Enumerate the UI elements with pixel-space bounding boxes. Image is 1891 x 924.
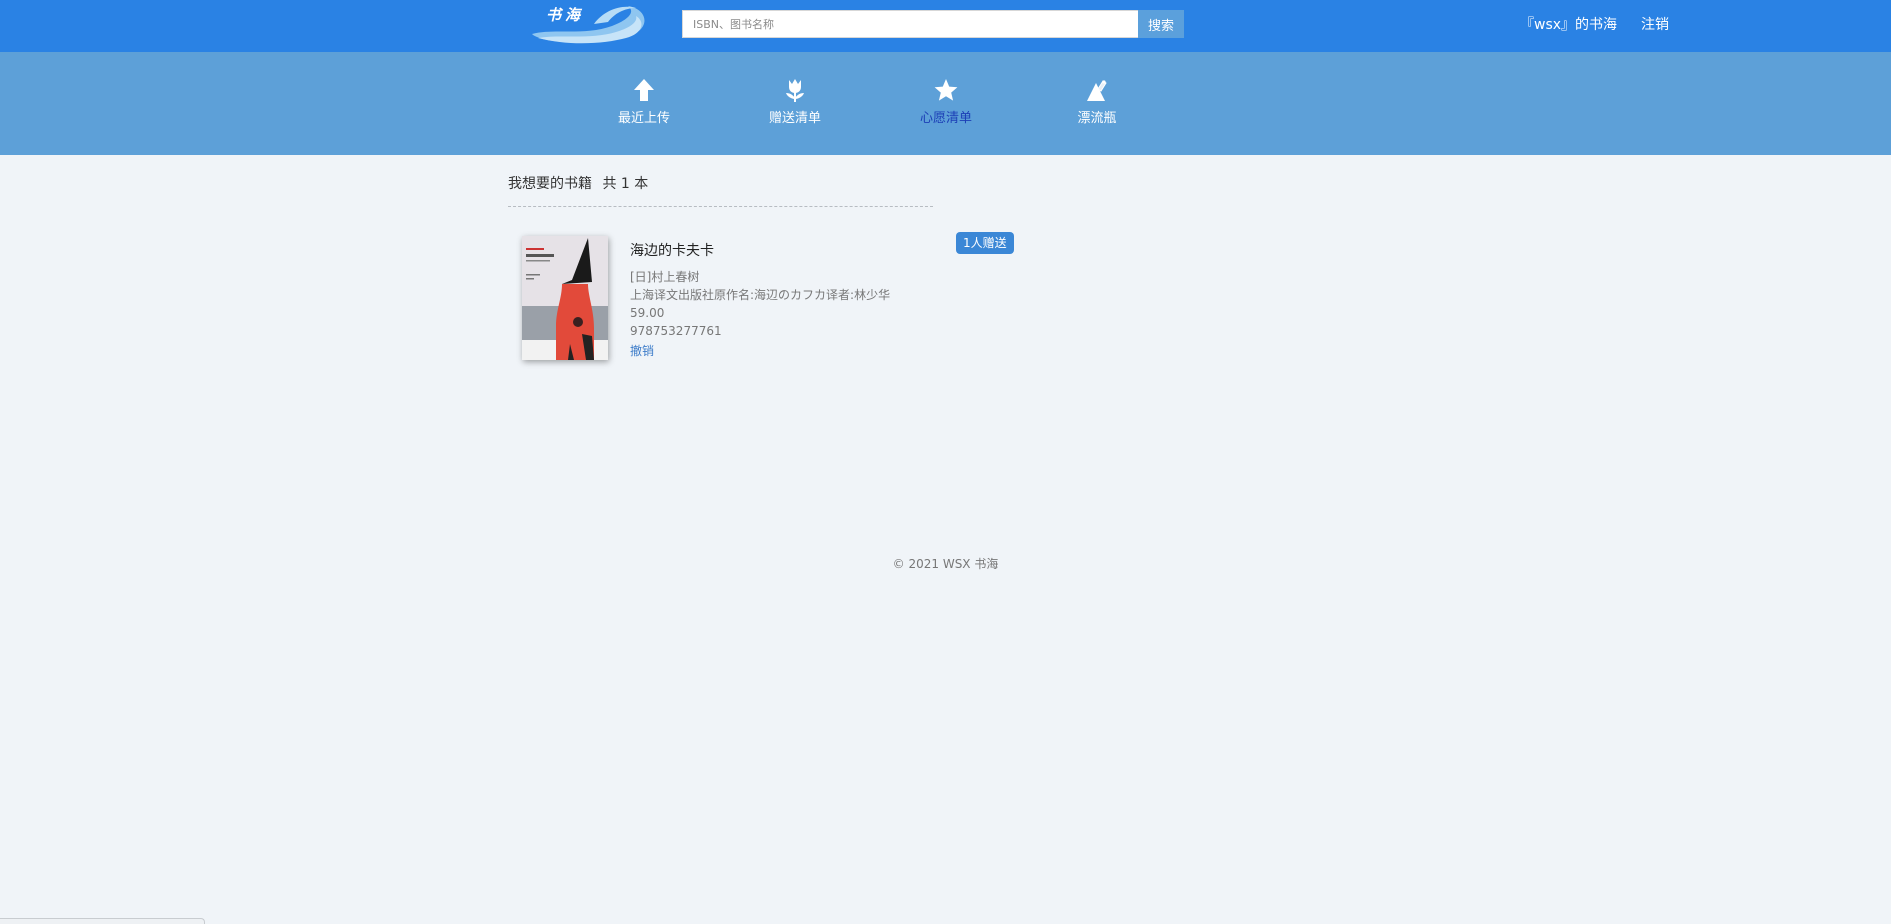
book-author: [日]村上春树 — [630, 270, 700, 284]
nav-label: 漂流瓶 — [1077, 111, 1117, 126]
footer: © 2021 WSX 书海 — [0, 555, 1891, 572]
nav-item-recent-uploads[interactable]: 最近上传 — [589, 77, 699, 126]
book-price: 59.00 — [630, 306, 665, 320]
tulip-icon — [786, 79, 804, 102]
user-home-link[interactable]: 『wsx』的书海 — [1520, 14, 1617, 34]
nav-label: 赠送清单 — [768, 111, 821, 126]
book-cover[interactable] — [522, 236, 608, 360]
section-heading: 我想要的书籍 共 1 本 — [508, 173, 933, 207]
book-publisher: 上海译文出版社原作名:海辺のカフカ译者:林少华 — [630, 288, 891, 302]
top-bar: 书海 搜索 『wsx』的书海 注销 — [0, 0, 1891, 52]
logout-link[interactable]: 注销 — [1641, 14, 1669, 34]
nav-item-gift-list[interactable]: 赠送清单 — [740, 77, 850, 126]
nav-label: 最近上传 — [617, 111, 670, 126]
section-title: 我想要的书籍 — [508, 176, 592, 192]
cancel-wish-link[interactable]: 撤销 — [630, 342, 654, 360]
copyright-text: © 2021 WSX 书海 — [892, 557, 999, 571]
search-input[interactable] — [682, 10, 1138, 38]
browser-status-bar — [0, 918, 205, 924]
nav-item-wish-list[interactable]: 心愿清单 — [891, 77, 1001, 126]
book-title[interactable]: 海边的卡夫卡 — [630, 240, 930, 260]
nav-label: 心愿清单 — [919, 111, 972, 126]
book-info: 海边的卡夫卡 [日]村上春树 上海译文出版社原作名:海辺のカフカ译者:林少华 5… — [630, 240, 930, 360]
book-card: 海边的卡夫卡 [日]村上春树 上海译文出版社原作名:海辺のカフカ译者:林少华 5… — [508, 222, 1028, 372]
nav-item-drift-bottle[interactable]: 漂流瓶 — [1042, 77, 1152, 126]
search-bar: 搜索 — [682, 10, 1184, 38]
search-button[interactable]: 搜索 — [1138, 10, 1184, 38]
book-cover-image — [522, 236, 608, 360]
upload-arrow-icon — [634, 79, 654, 101]
star-icon — [934, 79, 958, 101]
book-isbn: 978753277761 — [630, 324, 722, 338]
site-logo[interactable]: 书海 — [524, 0, 652, 46]
section-count: 共 1 本 — [602, 176, 649, 192]
nav-bar: 最近上传 赠送清单 心愿清单 漂流瓶 — [0, 52, 1891, 155]
logo-text: 书海 — [546, 6, 585, 24]
gift-count-badge: 1人赠送 — [956, 232, 1014, 254]
wave-logo-icon — [532, 6, 645, 44]
bottle-icon — [1087, 80, 1107, 101]
